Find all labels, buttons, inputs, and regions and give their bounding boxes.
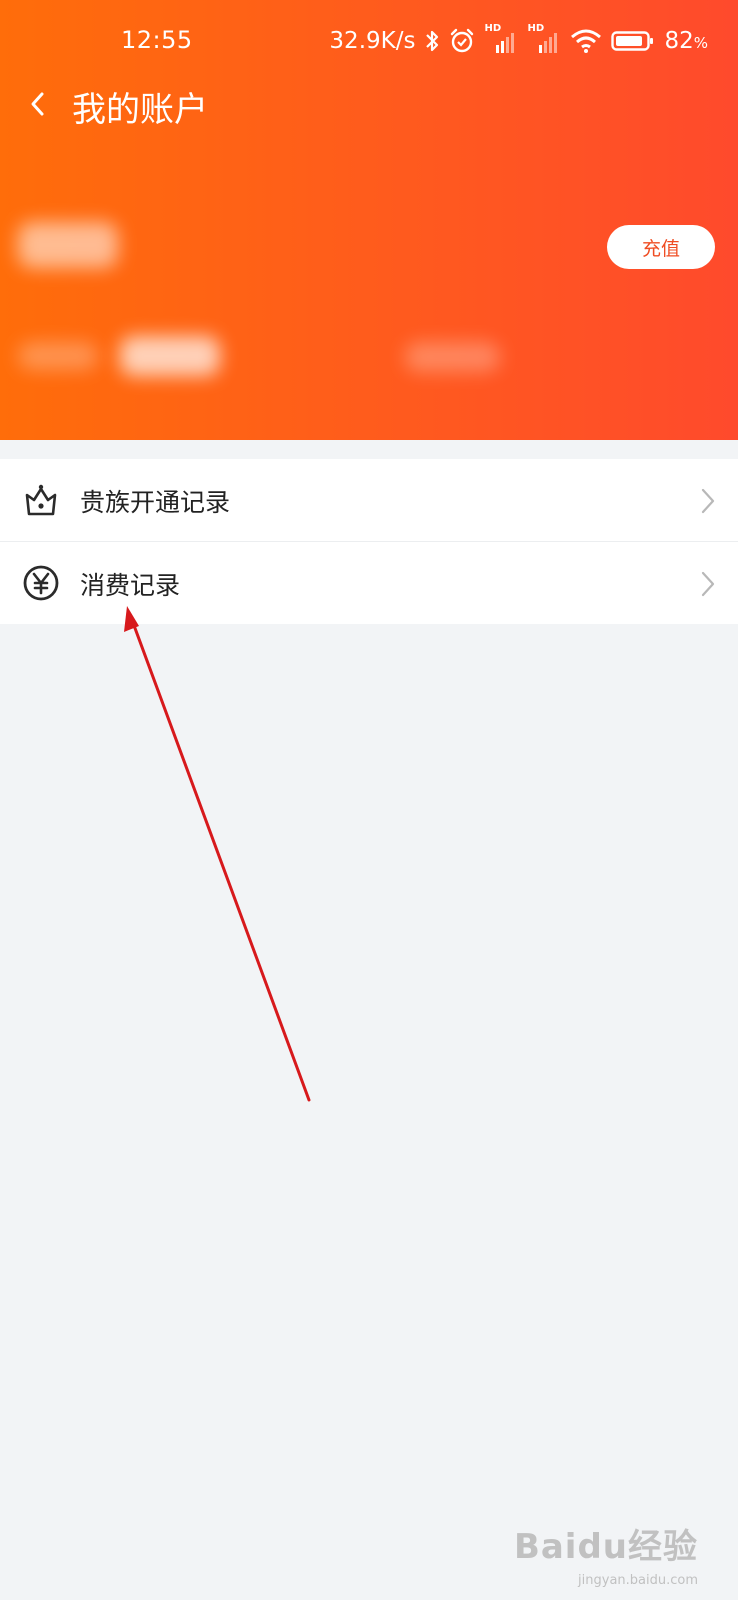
redacted-balance-label	[18, 342, 98, 370]
wifi-icon	[570, 28, 602, 54]
chevron-right-icon	[700, 488, 716, 514]
redacted-username	[18, 222, 118, 268]
page-title: 我的账户	[72, 90, 208, 130]
signal-icon-2: HD	[527, 23, 561, 55]
menu-item-label: 贵族开通记录	[80, 488, 231, 517]
chevron-right-icon	[700, 571, 716, 597]
menu-item-noble-records[interactable]: 贵族开通记录	[0, 459, 738, 541]
yen-coin-icon	[22, 564, 60, 602]
alarm-icon	[449, 28, 475, 54]
status-icons: 32.9K/s HD HD 82%	[329, 23, 708, 58]
signal-hd-label-2: HD	[527, 23, 545, 34]
chevron-left-icon	[31, 92, 44, 116]
account-header: 12:55 32.9K/s HD HD 82% 我的账户 充值	[0, 0, 738, 440]
watermark-url: jingyan.baidu.com	[578, 1573, 698, 1588]
net-speed: 32.9K/s	[329, 28, 416, 54]
watermark-logo: Baidu经验	[513, 1527, 698, 1567]
battery-icon	[611, 29, 655, 53]
title-bar: 我的账户	[0, 78, 738, 130]
menu-item-consumption-records[interactable]: 消费记录	[0, 541, 738, 624]
back-button[interactable]	[20, 84, 60, 124]
redacted-secondary-info	[405, 342, 500, 372]
redacted-balance-value	[120, 336, 220, 376]
status-time: 12:55	[121, 26, 193, 54]
menu-item-label: 消费记录	[80, 571, 181, 600]
recharge-button[interactable]: 充值	[607, 225, 715, 269]
signal-icon: HD	[484, 23, 518, 55]
battery-value: 82	[664, 28, 694, 54]
battery-unit: %	[693, 34, 708, 52]
battery-percent: 82%	[664, 28, 708, 54]
bluetooth-icon	[424, 28, 440, 54]
signal-hd-label: HD	[484, 23, 502, 34]
account-menu: 贵族开通记录 消费记录	[0, 459, 738, 624]
crown-icon	[22, 481, 60, 519]
status-bar: 12:55 32.9K/s HD HD 82%	[0, 0, 738, 84]
